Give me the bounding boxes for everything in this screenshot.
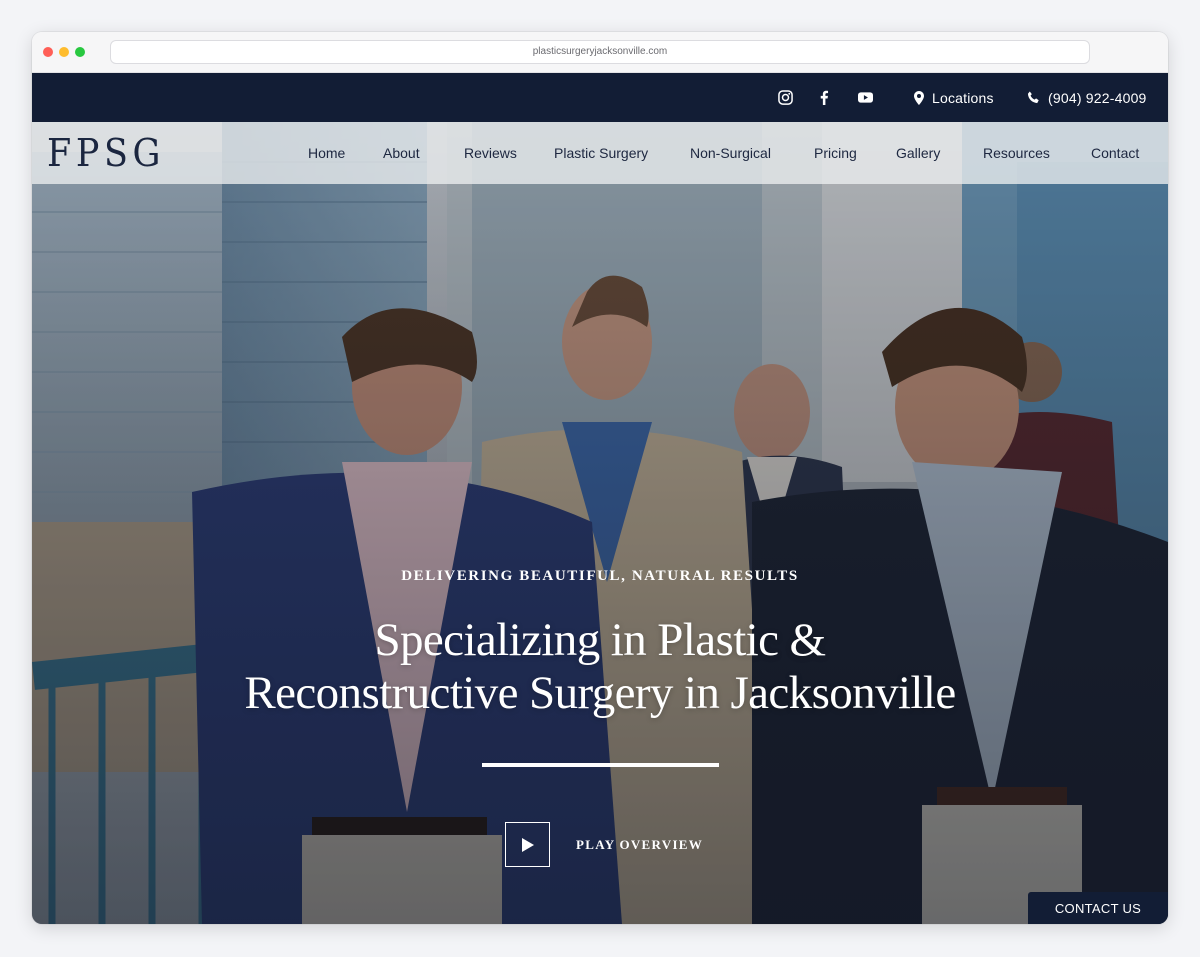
main-navigation: FPSG Home About Reviews Plastic Surgery … [32,122,1168,184]
close-window-dot[interactable] [43,47,53,57]
nav-resources[interactable]: Resources [983,122,1050,184]
nav-home[interactable]: Home [308,122,345,184]
nav-pricing[interactable]: Pricing [814,122,857,184]
contact-us-button[interactable]: CONTACT US [1028,892,1168,924]
nav-about[interactable]: About [383,122,420,184]
site-logo[interactable]: FPSG [47,131,165,175]
instagram-icon[interactable] [773,73,797,122]
hero-headline-line-1: Specializing in Plastic & [374,614,826,666]
locations-label: Locations [932,89,994,106]
nav-plastic-surgery[interactable]: Plastic Surgery [554,122,648,184]
phone-icon [1027,91,1040,104]
browser-chrome: plasticsurgeryjacksonville.com [32,32,1168,73]
browser-window: plasticsurgeryjacksonville.com Locations… [32,32,1168,924]
map-pin-icon [914,90,924,105]
play-icon [521,837,534,852]
address-bar[interactable]: plasticsurgeryjacksonville.com [110,40,1090,64]
maximize-window-dot[interactable] [75,47,85,57]
nav-gallery[interactable]: Gallery [896,122,940,184]
play-overview-button[interactable] [505,822,550,867]
hero-eyebrow: DELIVERING BEAUTIFUL, NATURAL RESULTS [401,568,799,584]
utility-bar: Locations (904) 922-4009 [32,73,1168,122]
nav-contact[interactable]: Contact [1091,122,1139,184]
nav-reviews[interactable]: Reviews [464,122,517,184]
hero-section: FPSG Home About Reviews Plastic Surgery … [32,122,1168,924]
nav-non-surgical[interactable]: Non-Surgical [690,122,771,184]
hero-video-background [32,122,1168,924]
play-overview-label[interactable]: PLAY OVERVIEW [576,837,703,853]
hero-headline: Specializing in Plastic & Reconstructive… [32,614,1168,720]
youtube-icon[interactable] [853,73,877,122]
phone-number: (904) 922-4009 [1048,89,1147,106]
facebook-icon[interactable] [812,73,836,122]
locations-link[interactable]: Locations [914,73,994,122]
hero-headline-line-2: Reconstructive Surgery in Jacksonville [244,667,956,719]
minimize-window-dot[interactable] [59,47,69,57]
hero-divider [482,763,719,767]
phone-link[interactable]: (904) 922-4009 [1027,73,1147,122]
